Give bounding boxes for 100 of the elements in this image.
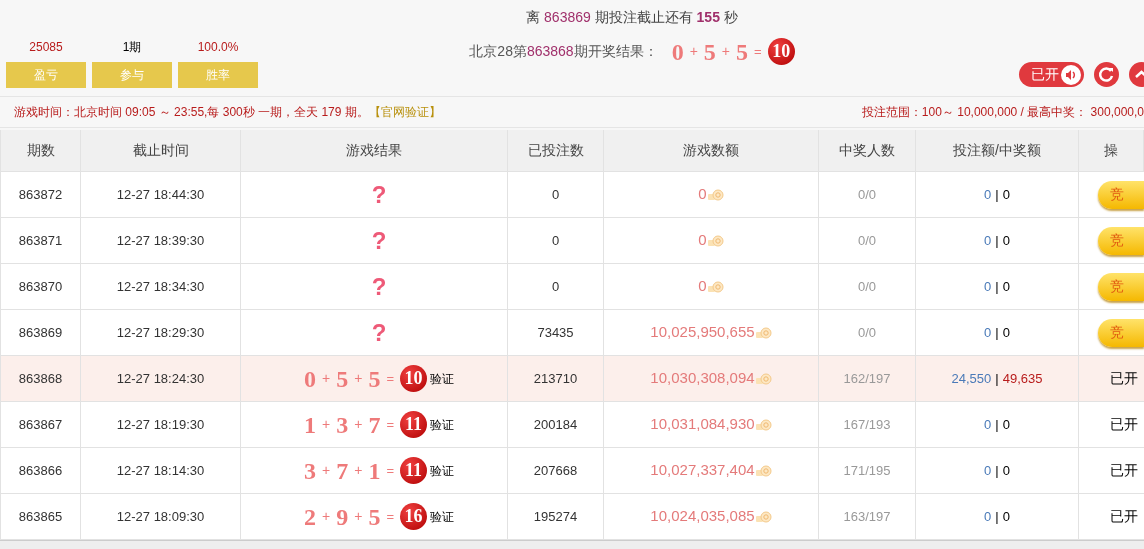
bets-cell: 0 <box>508 172 604 217</box>
coin-icon <box>707 188 724 201</box>
verify-link[interactable]: 验证 <box>430 369 454 388</box>
verify-link[interactable]: 验证 <box>430 461 454 480</box>
coin-icon <box>707 234 724 247</box>
column-header: 中奖人数 <box>819 130 916 171</box>
result-digit: 7 <box>336 458 349 483</box>
bets-cell: 195274 <box>508 494 604 539</box>
last-result-label: 北京28第863868期开奖结果： <box>469 42 658 61</box>
sound-toggle[interactable]: 已开 <box>1019 62 1084 87</box>
status-text: 已开 <box>1110 507 1139 526</box>
coin-icon <box>755 326 772 339</box>
win-amount: 0 <box>1002 461 1010 480</box>
result-digit: 9 <box>336 504 349 529</box>
coin-icon <box>755 464 772 477</box>
issue-cell: 863867 <box>1 402 81 447</box>
result-digit: 3 <box>304 458 316 483</box>
result-digit: 0 <box>304 366 316 391</box>
deadline-cell: 12-27 18:09:30 <box>81 494 241 539</box>
operator: + <box>354 415 363 434</box>
operator: + <box>354 369 363 388</box>
table-row[interactable]: 863866 12-27 18:14:30 3 + 7 + 1 = 11 验证 207668 10,027,337,404 171/195 0 | 0 已开 <box>1 448 1144 494</box>
result-digit: 5 <box>336 366 349 391</box>
separator: | <box>995 461 999 480</box>
coin-icon <box>755 372 772 385</box>
win-amount: 0 <box>1002 507 1010 526</box>
pool-amount: 0 <box>698 230 707 251</box>
countdown-text: 离 863869 期投注截止还有 155 秒 <box>526 8 738 27</box>
operator: = <box>386 461 394 480</box>
column-header: 已投注数 <box>508 130 604 171</box>
coin-icon <box>707 280 724 293</box>
bets-cell: 73435 <box>508 310 604 355</box>
winners-cell: 167/193 <box>819 402 916 447</box>
bet-amount: 0 <box>984 277 992 296</box>
question-mark: ? <box>371 225 387 256</box>
deadline-cell: 12-27 18:29:30 <box>81 310 241 355</box>
issue-cell: 863870 <box>1 264 81 309</box>
separator: | <box>995 185 999 204</box>
table-row[interactable]: 863869 12-27 18:29:30 ? 73435 10,025,950,655 0/0 0 | 0 竞 <box>1 310 1144 356</box>
stat-value: 1期 <box>122 39 142 56</box>
refresh-icon[interactable] <box>1094 62 1119 87</box>
column-header: 期数 <box>1 130 81 171</box>
win-amount: 0 <box>1002 415 1010 434</box>
win-amount: 0 <box>1002 231 1010 250</box>
table-row[interactable]: 863871 12-27 18:39:30 ? 0 0 0/0 0 | 0 竞 <box>1 218 1144 264</box>
table-row[interactable]: 863872 12-27 18:44:30 ? 0 0 0/0 0 | 0 竞 <box>1 172 1144 218</box>
result-digit: 0 <box>671 39 684 64</box>
coin-icon <box>755 418 772 431</box>
winners-cell: 0/0 <box>819 172 916 217</box>
winners-cell: 171/195 <box>819 448 916 493</box>
operator: + <box>689 42 698 61</box>
column-header: 游戏数额 <box>604 130 819 171</box>
bet-amount: 0 <box>984 185 992 204</box>
bet-amount: 0 <box>984 461 992 480</box>
winners-cell: 0/0 <box>819 310 916 355</box>
operator: + <box>721 42 731 61</box>
issue-cell: 863866 <box>1 448 81 493</box>
result-digit: 1 <box>368 458 381 483</box>
win-amount: 0 <box>1002 323 1010 342</box>
bets-cell: 0 <box>508 264 604 309</box>
bet-amount: 0 <box>984 415 992 434</box>
operator: + <box>354 507 363 526</box>
separator: | <box>995 507 999 526</box>
result-digit: 1 <box>304 412 316 437</box>
separator: | <box>995 415 999 434</box>
operator: = <box>386 415 394 434</box>
deadline-cell: 12-27 18:19:30 <box>81 402 241 447</box>
column-header: 截止时间 <box>81 130 241 171</box>
winners-cell: 163/197 <box>819 494 916 539</box>
game-time-text: 游戏时间：北京时间 09:05 ～ 23:55,每 300秒 一期，全天 179 期。 <box>14 104 369 121</box>
bet-amount: 0 <box>984 231 992 250</box>
table-row[interactable]: 863870 12-27 18:34:30 ? 0 0 0/0 0 | 0 竞 <box>1 264 1144 310</box>
result-digit: 5 <box>368 504 381 529</box>
pool-amount: 10,031,084,930 <box>650 414 755 435</box>
status-text: 已开 <box>1110 415 1139 434</box>
deadline-cell: 12-27 18:44:30 <box>81 172 241 217</box>
deadline-cell: 12-27 18:34:30 <box>81 264 241 309</box>
bet-amount: 0 <box>984 507 992 526</box>
bets-cell: 0 <box>508 218 604 263</box>
bets-cell: 200184 <box>508 402 604 447</box>
result-digit: 2 <box>304 504 316 529</box>
question-mark: ? <box>371 271 387 302</box>
verify-link[interactable]: 验证 <box>430 507 454 526</box>
separator: | <box>995 369 999 388</box>
pool-amount: 10,027,337,404 <box>650 460 755 481</box>
result-digit: 7 <box>368 412 381 437</box>
pool-amount: 0 <box>698 276 707 297</box>
table-row[interactable]: 863865 12-27 18:09:30 2 + 9 + 5 = 16 验证 195274 10,024,035,085 163/197 0 | 0 已开 <box>1 494 1144 540</box>
coin-icon <box>755 510 772 523</box>
issue-cell: 863869 <box>1 310 81 355</box>
verify-link[interactable]: 验证 <box>430 415 454 434</box>
deadline-cell: 12-27 18:39:30 <box>81 218 241 263</box>
stat-value: 25085 <box>29 39 63 56</box>
operator: + <box>354 461 363 480</box>
result-digit: 5 <box>703 39 716 64</box>
table-row[interactable]: 863868 12-27 18:24:30 0 + 5 + 5 = 10 验证 213710 10,030,308,094 162/197 24,550 | 49,635 已开 <box>1 356 1144 402</box>
table-row[interactable]: 863867 12-27 18:19:30 1 + 3 + 7 = 11 验证 200184 10,031,084,930 167/193 0 | 0 已开 <box>1 402 1144 448</box>
question-mark: ? <box>371 179 387 210</box>
pool-amount: 10,030,308,094 <box>650 368 755 389</box>
column-header: 投注额/中奖额 <box>916 130 1079 171</box>
